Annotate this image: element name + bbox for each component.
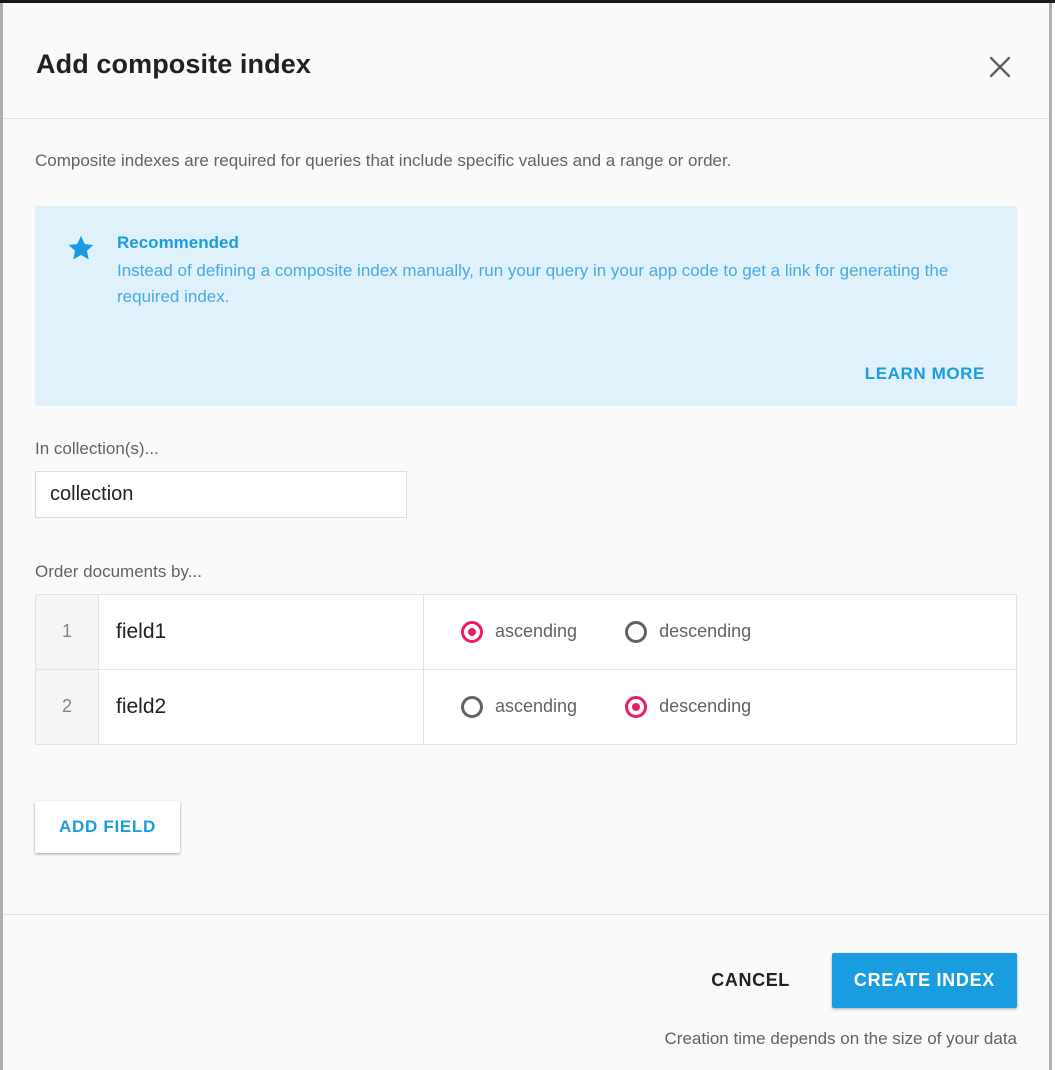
footer-actions: CANCEL CREATE INDEX bbox=[695, 953, 1017, 1008]
radio-ascending[interactable]: ascending bbox=[461, 696, 577, 718]
dialog-header: Add composite index bbox=[3, 3, 1049, 119]
collection-label: In collection(s)... bbox=[35, 439, 1017, 459]
row-direction-options: ascending descending bbox=[424, 595, 1016, 669]
radio-descending-icon bbox=[625, 696, 647, 718]
radio-descending-label: descending bbox=[659, 621, 751, 642]
radio-ascending-icon bbox=[461, 621, 483, 643]
radio-ascending-label: ascending bbox=[495, 696, 577, 717]
radio-ascending-label: ascending bbox=[495, 621, 577, 642]
close-button[interactable] bbox=[984, 51, 1016, 83]
row-direction-options: ascending descending bbox=[424, 670, 1016, 744]
dialog-body: Composite indexes are required for queri… bbox=[3, 119, 1049, 914]
dialog-screen: Add composite index Composite indexes ar… bbox=[0, 0, 1055, 1070]
row-field-name[interactable]: field2 bbox=[99, 670, 424, 744]
radio-ascending-icon bbox=[461, 696, 483, 718]
row-field-name[interactable]: field1 bbox=[99, 595, 424, 669]
banner-heading: Recommended bbox=[117, 232, 985, 255]
order-fields-table: 1 field1 ascending descending bbox=[35, 594, 1017, 745]
table-row: 1 field1 ascending descending bbox=[36, 595, 1016, 670]
create-index-button[interactable]: CREATE INDEX bbox=[832, 953, 1017, 1008]
add-composite-index-dialog: Add composite index Composite indexes ar… bbox=[3, 3, 1049, 1070]
star-icon bbox=[67, 234, 95, 267]
radio-ascending[interactable]: ascending bbox=[461, 621, 577, 643]
banner-body: Instead of defining a composite index ma… bbox=[117, 258, 985, 311]
dialog-footer: CANCEL CREATE INDEX Creation time depend… bbox=[3, 914, 1049, 1070]
collection-input[interactable] bbox=[35, 471, 407, 518]
add-field-button[interactable]: ADD FIELD bbox=[35, 801, 180, 853]
window-right-border bbox=[1049, 3, 1052, 1070]
footer-note: Creation time depends on the size of you… bbox=[665, 1029, 1018, 1049]
radio-descending-label: descending bbox=[659, 696, 751, 717]
row-index: 2 bbox=[36, 670, 99, 744]
close-icon bbox=[987, 54, 1013, 80]
radio-descending[interactable]: descending bbox=[625, 621, 751, 643]
order-documents-label: Order documents by... bbox=[35, 562, 1017, 582]
radio-descending[interactable]: descending bbox=[625, 696, 751, 718]
learn-more-link[interactable]: LEARN MORE bbox=[865, 364, 985, 384]
row-index: 1 bbox=[36, 595, 99, 669]
cancel-button[interactable]: CANCEL bbox=[695, 958, 806, 1003]
intro-description: Composite indexes are required for queri… bbox=[35, 119, 1017, 173]
page-title: Add composite index bbox=[36, 49, 311, 80]
radio-descending-icon bbox=[625, 621, 647, 643]
recommendation-banner: Recommended Instead of defining a compos… bbox=[35, 206, 1017, 406]
table-row: 2 field2 ascending descending bbox=[36, 670, 1016, 745]
